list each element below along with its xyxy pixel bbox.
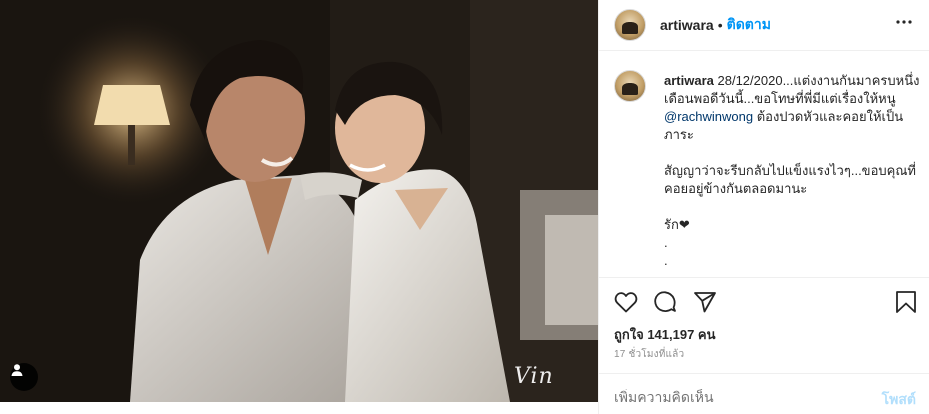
mention-link[interactable]: @rachwinwong (664, 109, 753, 124)
post-comment-button[interactable]: โพสต์ (882, 389, 916, 411)
photo-watermark: Vin (514, 364, 554, 389)
header-separator: • (717, 17, 723, 33)
share-icon (694, 292, 716, 313)
user-icon (11, 364, 23, 376)
more-options-button[interactable] (892, 10, 916, 34)
follow-button[interactable]: ติดตาม (727, 14, 771, 36)
more-horizontal-icon (896, 20, 912, 24)
caption-avatar[interactable] (614, 70, 646, 102)
post-detail-panel: artiwara • ติดตาม artiwara 28/12/2020...… (598, 0, 929, 414)
post-timestamp[interactable]: 17 ชั่วโมงที่แล้ว (614, 347, 684, 362)
caption-line-2: สัญญาว่าจะรีบกลับไปแข็งแรงไวๆ...ขอบคุณที… (664, 163, 916, 196)
comment-icon (654, 291, 676, 313)
caption: artiwara 28/12/2020...แต่งงานกันมาครบหนึ… (614, 70, 919, 270)
action-bar (613, 289, 919, 317)
comment-divider (599, 373, 929, 374)
bookmark-icon (896, 291, 916, 313)
heart-icon (614, 292, 638, 313)
like-count[interactable]: ถูกใจ 141,197 คน (614, 324, 716, 345)
share-button[interactable] (692, 289, 718, 315)
caption-text: artiwara 28/12/2020...แต่งงานกันมาครบหนึ… (664, 72, 919, 270)
photo-illustration (0, 0, 598, 402)
header-username[interactable]: artiwara (660, 17, 714, 33)
save-button[interactable] (893, 289, 919, 315)
comment-button[interactable] (652, 289, 678, 315)
photo-bottom-strip (0, 402, 598, 414)
post-photo[interactable]: Vin (0, 0, 598, 402)
caption-line-3: รัก❤ (664, 217, 690, 232)
caption-dot-1: . (664, 235, 668, 250)
caption-dot-2: . (664, 253, 668, 268)
tagged-users-button[interactable] (10, 363, 38, 391)
header-divider (599, 50, 929, 51)
avatar[interactable] (614, 9, 646, 41)
post-header: artiwara • ติดตาม (599, 0, 929, 50)
caption-username[interactable]: artiwara (664, 73, 714, 88)
actions-divider (599, 277, 929, 278)
comment-input[interactable] (614, 389, 854, 405)
like-button[interactable] (613, 289, 639, 315)
